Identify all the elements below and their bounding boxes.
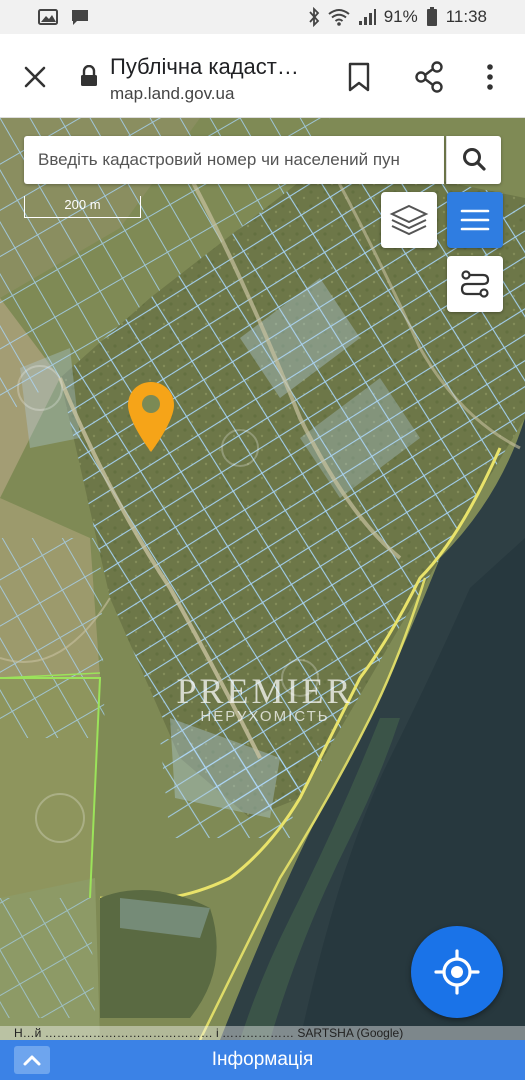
wifi-icon bbox=[328, 9, 350, 26]
status-bar: 91% 11:38 bbox=[0, 0, 525, 34]
location-pin-icon[interactable] bbox=[126, 380, 176, 454]
status-time: 11:38 bbox=[445, 7, 487, 26]
search-button[interactable] bbox=[446, 136, 501, 184]
expand-info-button[interactable] bbox=[14, 1046, 50, 1074]
browser-header: Публічна кадаст… map.land.gov.ua bbox=[0, 34, 525, 118]
page-title: Публічна кадаст… bbox=[110, 54, 299, 79]
battery-percent: 91% bbox=[383, 7, 418, 26]
status-right-icons: 91% 11:38 bbox=[308, 7, 487, 27]
signal-icon bbox=[358, 9, 376, 25]
my-location-button[interactable] bbox=[411, 926, 503, 1018]
search-box bbox=[24, 136, 444, 184]
menu-button[interactable] bbox=[447, 192, 503, 248]
lock-icon bbox=[81, 65, 97, 86]
page-url[interactable]: map.land.gov.ua bbox=[110, 84, 234, 104]
bookmark-icon[interactable] bbox=[344, 61, 374, 93]
info-panel-bar[interactable]: Інформація bbox=[0, 1040, 525, 1080]
route-button[interactable] bbox=[447, 256, 503, 312]
message-icon bbox=[72, 10, 88, 25]
search-icon bbox=[463, 148, 486, 171]
watermark-title: PREMIER bbox=[176, 671, 354, 711]
route-icon bbox=[460, 270, 490, 298]
info-label[interactable]: Інформація bbox=[0, 1040, 525, 1080]
map-view[interactable]: 200 m PREMIER НЕРУХОМІСТЬ Н…й …………………………… bbox=[0, 118, 525, 1040]
chevron-up-icon bbox=[23, 1055, 41, 1066]
map-attribution: Н…й …………………………………… і ……………… SARTSHA (Goo… bbox=[0, 1026, 525, 1040]
bluetooth-icon bbox=[309, 7, 319, 27]
layers-icon bbox=[389, 204, 429, 236]
image-icon bbox=[38, 9, 58, 25]
share-icon[interactable] bbox=[412, 60, 446, 94]
hamburger-icon bbox=[460, 209, 490, 231]
layers-button[interactable] bbox=[381, 192, 437, 248]
close-icon[interactable] bbox=[18, 60, 52, 94]
battery-icon bbox=[426, 7, 437, 26]
gps-target-icon bbox=[434, 949, 480, 995]
search-input[interactable] bbox=[24, 136, 444, 184]
more-vert-icon[interactable] bbox=[478, 60, 502, 94]
watermark: PREMIER НЕРУХОМІСТЬ bbox=[150, 670, 380, 725]
status-left-icons bbox=[38, 8, 90, 26]
map-scale: 200 m bbox=[24, 196, 141, 218]
